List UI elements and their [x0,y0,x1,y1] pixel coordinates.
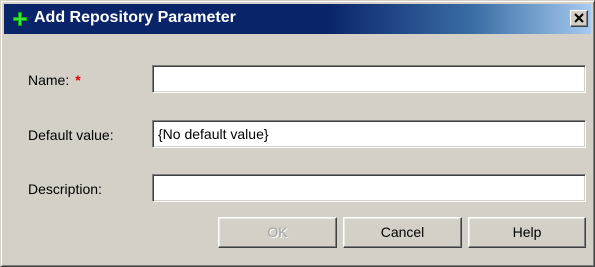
close-button[interactable] [570,10,588,27]
ok-button[interactable]: OK [218,217,337,248]
window-title: Add Repository Parameter [34,9,236,26]
name-label-group: Name: * [28,72,81,88]
title-bar[interactable]: Add Repository Parameter [4,4,591,34]
cancel-button[interactable]: Cancel [343,217,462,248]
default-value-label: Default value: [28,127,114,143]
name-input[interactable] [152,65,586,93]
green-plus-icon [12,11,28,27]
description-input[interactable] [152,174,586,202]
required-marker: * [75,72,81,88]
description-label: Description: [28,181,102,197]
help-button[interactable]: Help [468,217,586,248]
name-label: Name: [28,72,70,88]
default-value-input[interactable] [152,120,586,148]
add-repository-parameter-dialog: Add Repository Parameter Name: * Default … [0,0,595,267]
